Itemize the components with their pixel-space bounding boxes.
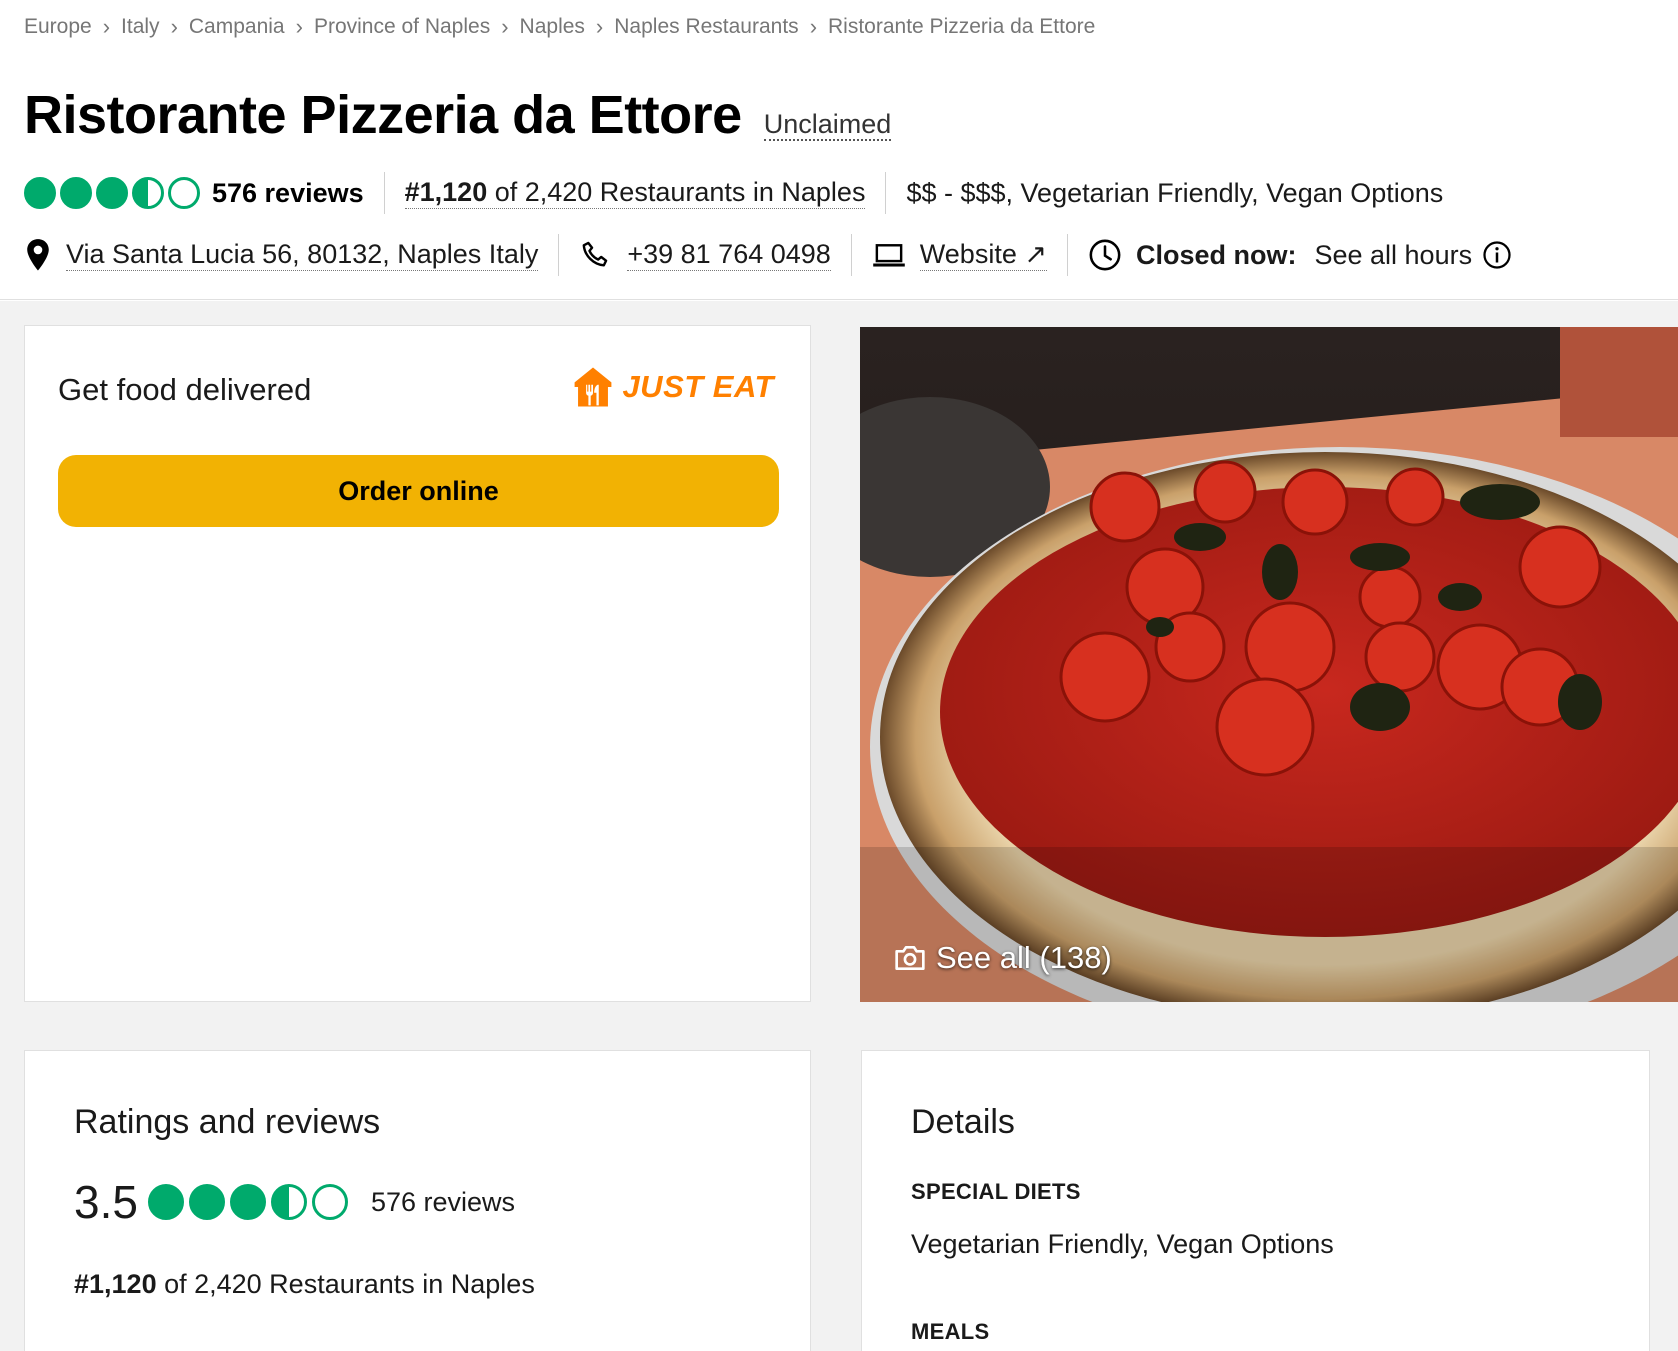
- chevron-right-icon: ›: [102, 14, 111, 39]
- breadcrumb-item-naples[interactable]: Naples: [520, 15, 585, 39]
- delivery-title: Get food delivered: [58, 372, 312, 407]
- rating-bubble-half: [132, 177, 164, 209]
- rank-number: #1,120: [404, 177, 488, 207]
- external-link-icon: ↗: [1024, 239, 1047, 269]
- ranking-link[interactable]: #1,120 of 2,420 Restaurants in Naples: [404, 177, 866, 209]
- main-content: Get food delivered JUST EAT Order online: [0, 301, 1678, 1351]
- ratings-rank[interactable]: #1,120 of 2,420 Restaurants in Naples: [74, 1269, 535, 1300]
- rating-row: 576 reviews #1,120 of 2,420 Restaurants …: [24, 172, 1443, 214]
- breadcrumb-item-current: Ristorante Pizzeria da Ettore: [828, 15, 1096, 38]
- reviews-count-link[interactable]: 576 reviews: [212, 178, 364, 209]
- rating-bubble-half: [270, 1184, 307, 1220]
- breadcrumb-item-italy[interactable]: Italy: [121, 15, 160, 39]
- rank-text: of 2,420 Restaurants in Naples: [156, 1269, 535, 1299]
- rating-bubble-empty: [311, 1184, 348, 1220]
- ratings-title: Ratings and reviews: [74, 1103, 381, 1141]
- pizza-photo-image: [860, 327, 1678, 1002]
- see-all-label: See all (138): [936, 940, 1112, 975]
- website-link[interactable]: Website ↗: [919, 239, 1047, 271]
- rating-bubble-full: [60, 177, 92, 209]
- page-header: Europe › Italy › Campania › Province of …: [0, 0, 1678, 300]
- rating-bubble-full: [24, 177, 56, 209]
- clock-icon: [1088, 238, 1122, 272]
- rating-bubble-full: [96, 177, 128, 209]
- breadcrumb-item-europe[interactable]: Europe: [24, 15, 92, 39]
- details-title: Details: [911, 1103, 1015, 1141]
- rating-bubble-full: [188, 1184, 225, 1220]
- phone-link[interactable]: +39 81 764 0498: [627, 239, 831, 271]
- phone-icon: [579, 238, 613, 272]
- divider: [558, 234, 560, 276]
- chevron-right-icon: ›: [809, 14, 818, 39]
- divider: [383, 172, 385, 214]
- restaurant-photo[interactable]: See all (138): [860, 327, 1678, 1002]
- ratings-reviews-count[interactable]: 576 reviews: [371, 1187, 515, 1218]
- title-row: Ristorante Pizzeria da Ettore Unclaimed: [24, 84, 892, 146]
- rating-bubble-full: [147, 1184, 184, 1220]
- divider: [885, 172, 887, 214]
- rating-bubble-empty: [168, 177, 200, 209]
- divider: [850, 234, 852, 276]
- special-diets-heading: SPECIAL DIETS: [911, 1179, 1081, 1204]
- divider: [1066, 234, 1068, 276]
- details-card: Details SPECIAL DIETS Vegetarian Friendl…: [861, 1050, 1650, 1351]
- address-link[interactable]: Via Santa Lucia 56, 80132, Naples Italy: [66, 239, 539, 271]
- rating-bubble-full: [229, 1184, 266, 1220]
- delivery-card: Get food delivered JUST EAT Order online: [24, 325, 811, 1002]
- rating-score: 3.5: [74, 1176, 138, 1228]
- score-row: 3.5 576 reviews: [74, 1175, 515, 1229]
- map-pin-icon: [24, 238, 52, 272]
- rating-bubbles: [24, 177, 204, 209]
- rank-text: of 2,420 Restaurants in Naples: [487, 177, 866, 207]
- chevron-right-icon: ›: [501, 14, 509, 39]
- unclaimed-link[interactable]: Unclaimed: [763, 109, 892, 141]
- breadcrumb-item-naples-restaurants[interactable]: Naples Restaurants: [614, 15, 798, 39]
- order-online-button[interactable]: Order online: [58, 455, 779, 527]
- chevron-right-icon: ›: [595, 14, 604, 39]
- meals-heading: MEALS: [911, 1319, 990, 1344]
- chevron-right-icon: ›: [170, 14, 178, 39]
- special-diets-value: Vegetarian Friendly, Vegan Options: [911, 1229, 1334, 1259]
- laptop-icon: [872, 241, 906, 269]
- see-all-photos-link[interactable]: See all (138): [894, 940, 1112, 976]
- camera-icon: [895, 945, 925, 970]
- breadcrumb: Europe › Italy › Campania › Province of …: [24, 14, 1095, 40]
- justeat-logo: JUST EAT: [570, 364, 774, 410]
- price-cuisine: $$ - $$$, Vegetarian Friendly, Vegan Opt…: [906, 177, 1444, 208]
- website-label: Website: [919, 239, 1017, 269]
- rank-number: #1,120: [74, 1269, 157, 1299]
- breadcrumb-item-campania[interactable]: Campania: [189, 15, 285, 39]
- info-icon[interactable]: [1482, 240, 1512, 270]
- justeat-wordmark: JUST EAT: [622, 369, 774, 404]
- breadcrumb-item-province[interactable]: Province of Naples: [314, 15, 490, 39]
- page-title: Ristorante Pizzeria da Ettore: [24, 85, 742, 145]
- ratings-card: Ratings and reviews 3.5 576 reviews #1,1…: [24, 1050, 811, 1351]
- closed-status: Closed now:: [1135, 239, 1297, 270]
- see-all-hours-link[interactable]: See all hours: [1314, 240, 1472, 271]
- contact-row: Via Santa Lucia 56, 80132, Naples Italy …: [24, 234, 1526, 276]
- chevron-right-icon: ›: [295, 14, 303, 39]
- house-fork-knife-icon: [575, 367, 612, 407]
